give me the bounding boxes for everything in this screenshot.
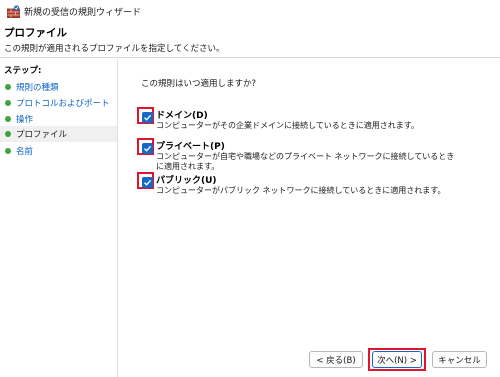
domain-checkbox[interactable]: [142, 112, 153, 123]
question-text: この規則はいつ適用しますか?: [141, 79, 257, 89]
highlight-frame: 次へ(N) >: [368, 348, 426, 371]
step-item-action[interactable]: 操作: [0, 111, 117, 127]
step-label: 操作: [16, 115, 34, 125]
window-title: 新規の受信の規則ウィザード: [24, 8, 142, 18]
public-label[interactable]: パブリック(U): [156, 173, 217, 186]
step-dot-icon: [5, 148, 11, 154]
domain-label[interactable]: ドメイン(D): [156, 108, 208, 121]
highlight-frame: [137, 172, 154, 189]
main-content: この規則はいつ適用しますか? ドメイン(D) コンピューターがその企業ドメインに…: [119, 59, 500, 377]
private-checkbox[interactable]: [142, 143, 153, 154]
step-label: プロトコルおよびポート: [16, 99, 110, 109]
step-item-rule-type[interactable]: 規則の種類: [0, 79, 117, 95]
step-item-name[interactable]: 名前: [0, 143, 117, 159]
step-dot-icon: [5, 84, 11, 90]
page-description: この規則が適用されるプロファイルを指定してください。: [4, 44, 225, 54]
step-dot-icon: [5, 116, 11, 122]
highlight-frame: [137, 107, 154, 124]
step-item-profile[interactable]: プロファイル: [0, 126, 117, 142]
step-label: プロファイル: [16, 130, 68, 140]
page-title: プロファイル: [4, 27, 67, 39]
step-dot-icon: [5, 100, 11, 106]
next-button[interactable]: 次へ(N) >: [372, 351, 422, 368]
private-description: コンピューターが自宅や職場などのプライベート ネットワークに接続しているときに適…: [156, 152, 455, 171]
private-label[interactable]: プライベート(P): [156, 139, 225, 152]
step-item-protocol-ports[interactable]: プロトコルおよびポート: [0, 95, 117, 111]
domain-description: コンピューターがその企業ドメインに接続しているときに適用されます。: [156, 121, 419, 130]
public-description: コンピューターがパブリック ネットワークに接続しているときに適用されます。: [156, 186, 446, 195]
steps-heading: ステップ:: [4, 66, 42, 76]
highlight-frame: [137, 138, 154, 155]
cancel-button[interactable]: キャンセル: [432, 351, 487, 368]
page-header: プロファイル この規則が適用されるプロファイルを指定してください。: [0, 22, 500, 58]
step-label: 規則の種類: [16, 83, 59, 93]
public-checkbox[interactable]: [142, 177, 153, 188]
firewall-icon: [7, 5, 20, 18]
step-dot-icon: [5, 131, 11, 137]
back-button[interactable]: < 戻る(B): [309, 351, 363, 368]
button-bar: < 戻る(B) 次へ(N) > キャンセル: [119, 345, 500, 377]
title-bar: 新規の受信の規則ウィザード: [0, 0, 500, 22]
step-label: 名前: [16, 147, 34, 157]
steps-sidebar: ステップ: 規則の種類 プロトコルおよびポート 操作 プロファイル 名前: [0, 59, 118, 377]
